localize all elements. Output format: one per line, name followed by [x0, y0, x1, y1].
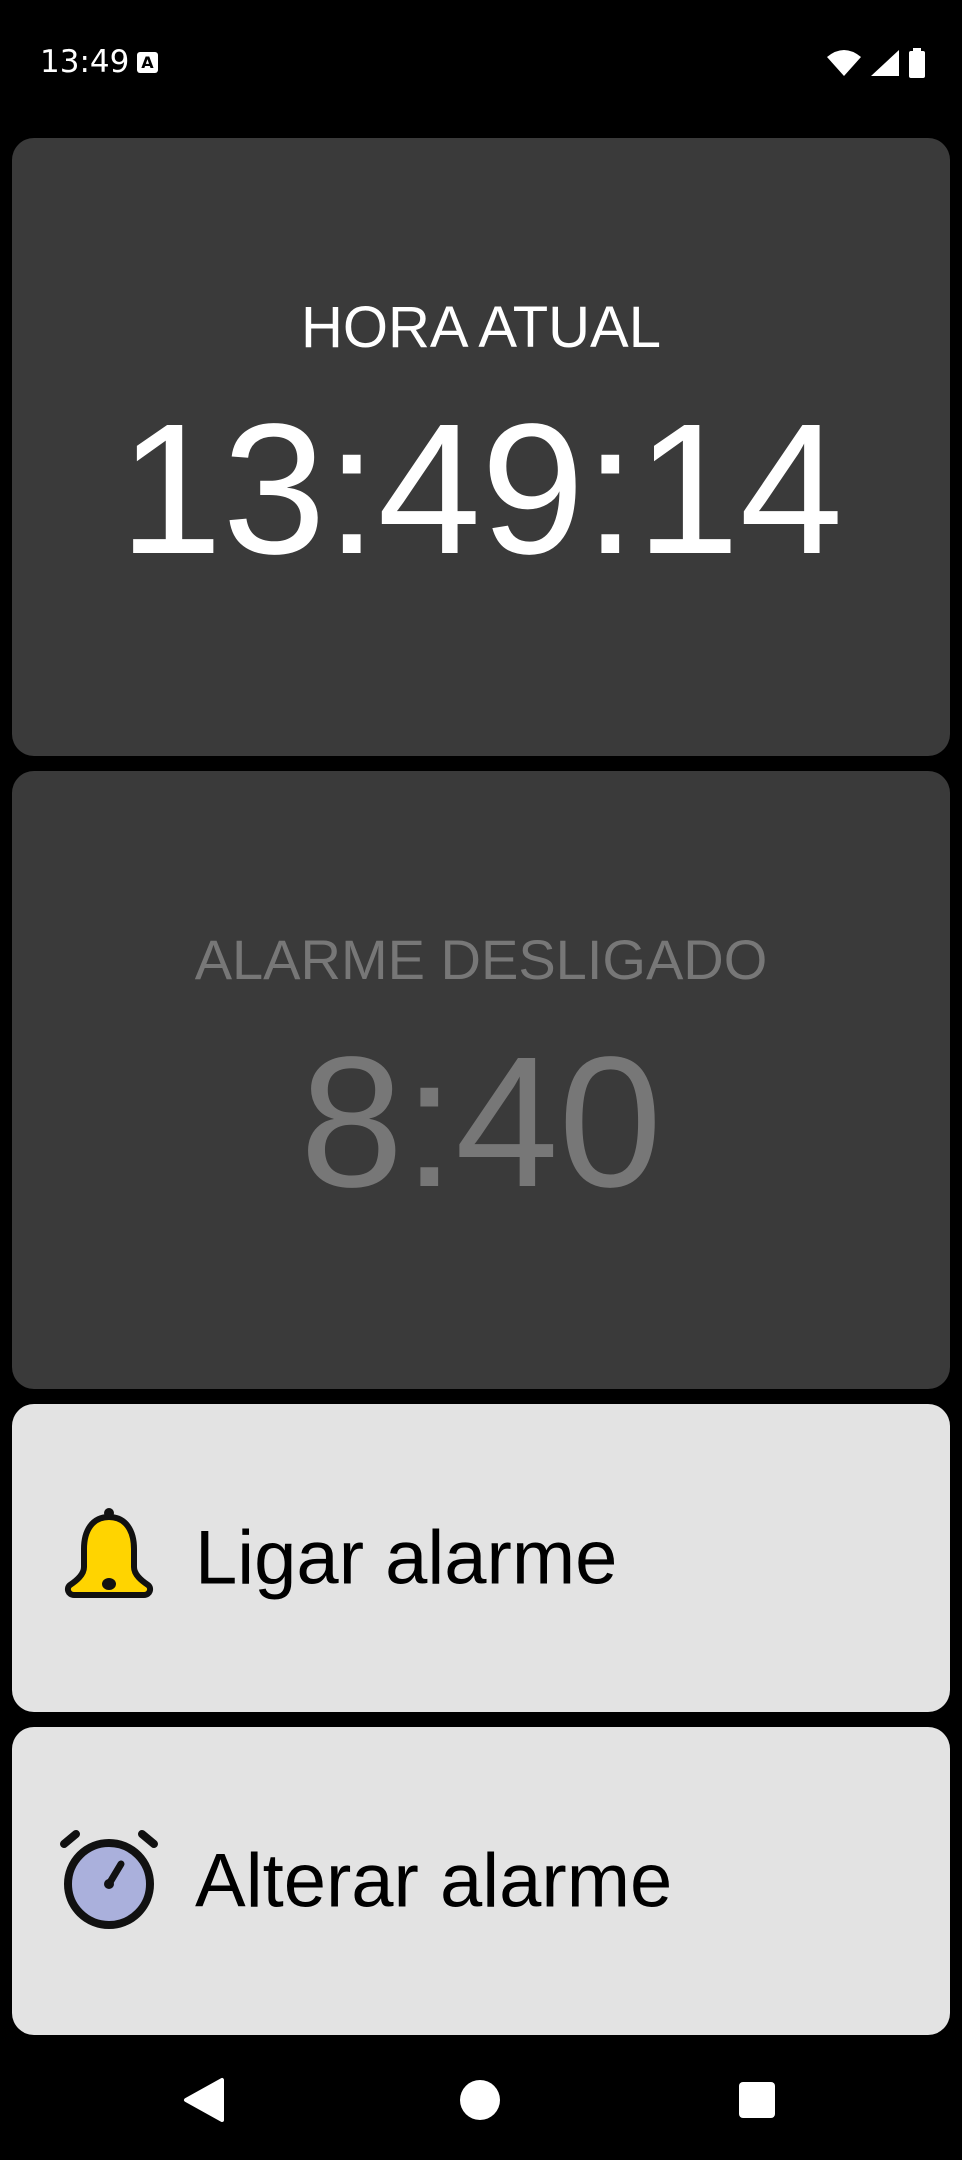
toggle-alarm-button[interactable]: Ligar alarme — [12, 1404, 950, 1712]
signal-icon — [871, 50, 899, 76]
navigation-bar — [0, 2040, 962, 2160]
status-time: 13:49 — [40, 44, 130, 80]
toggle-alarm-content: Ligar alarme — [12, 1404, 950, 1712]
current-time-card: HORA ATUAL 13:49:14 — [12, 138, 950, 756]
back-button[interactable] — [144, 2040, 264, 2160]
recents-icon — [739, 2082, 775, 2118]
wifi-icon — [827, 50, 861, 76]
alarm-clock-icon — [60, 1830, 158, 1929]
current-time-display: 13:49:14 — [118, 386, 844, 593]
bell-icon — [64, 1508, 154, 1598]
home-button[interactable] — [420, 2040, 540, 2160]
back-icon — [184, 2078, 224, 2122]
change-alarm-content: Alterar alarme — [12, 1727, 950, 2035]
alarm-status-card: ALARME DESLIGADO 8:40 — [12, 771, 950, 1389]
status-bar: 13:49 A — [0, 0, 962, 128]
alarm-status-label: ALARME DESLIGADO — [194, 928, 768, 991]
change-alarm-label: Alterar alarme — [195, 1838, 673, 1924]
toggle-alarm-label: Ligar alarme — [195, 1515, 618, 1601]
current-time-label: HORA ATUAL — [301, 295, 661, 360]
home-icon — [460, 2080, 500, 2120]
a-icon: A — [137, 52, 158, 73]
change-alarm-button[interactable]: Alterar alarme — [12, 1727, 950, 2035]
recents-button[interactable] — [697, 2040, 817, 2160]
status-icons — [826, 48, 926, 78]
battery-icon — [909, 48, 925, 78]
alarm-time-display: 8:40 — [299, 1019, 662, 1226]
